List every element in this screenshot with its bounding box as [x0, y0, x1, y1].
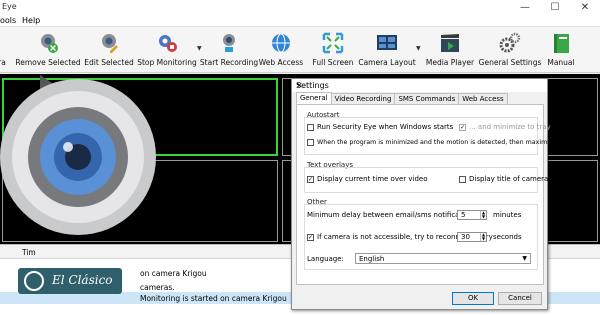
- ok-button[interactable]: OK: [452, 292, 494, 305]
- display-time-label: Display current time over video: [317, 175, 428, 183]
- menu-bar: ools Help: [0, 14, 600, 27]
- log-row-text: Monitoring is started on camera Krigou: [140, 294, 287, 303]
- tab-sms-commands[interactable]: SMS Commands: [394, 93, 460, 104]
- reconnect-unit: seconds: [493, 233, 522, 241]
- chevron-down-icon: ▼: [522, 255, 527, 262]
- watermark-badge: El Clásico: [18, 268, 122, 294]
- minimize-tray-label: ... and minimize to tray: [469, 123, 551, 131]
- language-value: English: [359, 255, 385, 263]
- general-settings-button[interactable]: General Settings: [479, 27, 541, 73]
- camera-layout-label: Camera Layout: [358, 58, 416, 67]
- window-title: Eye: [2, 2, 17, 11]
- menu-tools[interactable]: ools: [0, 16, 16, 25]
- cancel-button[interactable]: Cancel: [498, 292, 542, 305]
- start-recording-label: Start Recording: [199, 58, 259, 67]
- edit-selected-label: Edit Selected: [84, 58, 134, 67]
- run-on-start-label: Run Security Eye when Windows starts: [317, 123, 454, 131]
- display-time-option[interactable]: ✓ Display current time over video: [307, 175, 428, 183]
- menu-help[interactable]: Help: [22, 16, 40, 25]
- min-delay-value: 5: [461, 211, 466, 219]
- add-camera-label: ra: [0, 58, 6, 67]
- clapperboard-icon: [439, 32, 461, 54]
- minimize-tray-option[interactable]: ✓ ... and minimize to tray: [459, 123, 551, 131]
- tab-web-access[interactable]: Web Access: [458, 93, 508, 104]
- edit-camera-icon: [98, 32, 120, 54]
- book-icon: [550, 32, 572, 54]
- display-title-option[interactable]: Display title of camera: [459, 175, 548, 183]
- minimize-icon: —: [520, 1, 530, 13]
- maximize-button[interactable]: ☐: [540, 0, 570, 14]
- full-screen-button[interactable]: Full Screen: [312, 27, 354, 73]
- remove-selected-label: Remove Selected: [15, 58, 81, 67]
- general-panel: Autostart Run Security Eye when Windows …: [296, 104, 597, 285]
- media-player-button[interactable]: Media Player: [425, 27, 475, 73]
- reconnect-value: 30: [461, 233, 470, 241]
- stepper-arrows-icon[interactable]: ▲ ▼: [480, 233, 486, 241]
- run-on-start-checkbox[interactable]: [307, 123, 314, 131]
- media-player-label: Media Player: [425, 58, 475, 67]
- min-delay-unit: minutes: [493, 211, 522, 219]
- settings-tabs: General Video Recording SMS Commands Web…: [296, 92, 508, 104]
- record-icon: [218, 32, 240, 54]
- log-time-column[interactable]: Tim: [22, 248, 36, 257]
- min-delay-stepper[interactable]: 5 ▲ ▼: [457, 210, 487, 220]
- close-icon: ✕: [580, 1, 590, 13]
- stop-monitoring-icon: [156, 32, 178, 54]
- globe-icon: [270, 32, 292, 54]
- display-title-label: Display title of camera: [469, 175, 549, 183]
- tab-video-recording[interactable]: Video Recording: [330, 93, 396, 104]
- log-row-text: on camera Krigou: [140, 269, 207, 278]
- remove-camera-icon: [37, 32, 59, 54]
- start-recording-button[interactable]: Start Recording: [200, 27, 258, 73]
- watermark-text: El Clásico: [52, 273, 113, 287]
- close-button[interactable]: ✕: [570, 0, 600, 14]
- security-camera-logo-icon: [0, 75, 156, 235]
- maximize-on-motion-option[interactable]: When the program is minimized and the mo…: [307, 139, 597, 146]
- display-title-checkbox[interactable]: [459, 175, 466, 183]
- settings-dialog: Settings ✕ General Video Recording SMS C…: [291, 78, 597, 310]
- title-bar: Eye — ☐ ✕: [0, 0, 600, 14]
- stop-monitoring-label: Stop Monitoring: [137, 58, 197, 67]
- maximize-on-motion-label: When the program is minimized and the mo…: [317, 139, 598, 146]
- reconnect-stepper[interactable]: 30 ▲ ▼: [457, 232, 487, 242]
- reconnect-checkbox[interactable]: ✓: [307, 233, 314, 241]
- display-time-checkbox[interactable]: ✓: [307, 175, 314, 183]
- dialog-title-bar: Settings ✕: [292, 79, 547, 92]
- web-access-label: Web Access: [258, 58, 304, 67]
- toolbar: ra Remove Selected Edit Selected Stop Mo…: [0, 27, 600, 73]
- edit-selected-button[interactable]: Edit Selected: [84, 27, 134, 73]
- manual-label: Manual: [547, 58, 575, 67]
- stop-monitoring-button[interactable]: Stop Monitoring: [137, 27, 197, 73]
- fullscreen-icon: [322, 32, 344, 54]
- minimize-button[interactable]: —: [510, 0, 540, 14]
- maximize-on-motion-checkbox[interactable]: [307, 139, 314, 146]
- min-delay-label: Minimum delay between email/sms notifica…: [307, 211, 477, 219]
- watermark-logo-icon: [24, 271, 44, 291]
- language-select[interactable]: English ▼: [355, 253, 531, 264]
- stop-monitoring-dropdown-icon[interactable]: ▼: [197, 45, 202, 52]
- dialog-close-icon[interactable]: ✕: [296, 81, 543, 90]
- layout-icon: [376, 32, 398, 54]
- full-screen-label: Full Screen: [312, 58, 354, 67]
- language-label: Language:: [307, 255, 344, 263]
- run-on-start-option[interactable]: Run Security Eye when Windows starts: [307, 123, 453, 131]
- min-delay-row: Minimum delay between email/sms notifica…: [307, 211, 477, 219]
- log-row-text: cameras.: [140, 283, 175, 292]
- camera-icon: [0, 32, 13, 54]
- add-camera-button[interactable]: ra: [0, 27, 12, 73]
- camera-layout-button[interactable]: Camera Layout: [358, 27, 416, 73]
- maximize-icon: ☐: [550, 1, 560, 13]
- web-access-button[interactable]: Web Access: [258, 27, 304, 73]
- general-settings-label: General Settings: [478, 58, 542, 67]
- remove-selected-button[interactable]: Remove Selected: [15, 27, 81, 73]
- gears-icon: [499, 32, 521, 54]
- stepper-arrows-icon[interactable]: ▲ ▼: [480, 211, 486, 219]
- manual-button[interactable]: Manual: [546, 27, 576, 73]
- minimize-tray-checkbox[interactable]: ✓: [459, 123, 466, 131]
- camera-layout-dropdown-icon[interactable]: ▼: [416, 45, 421, 52]
- tab-general[interactable]: General: [296, 92, 332, 104]
